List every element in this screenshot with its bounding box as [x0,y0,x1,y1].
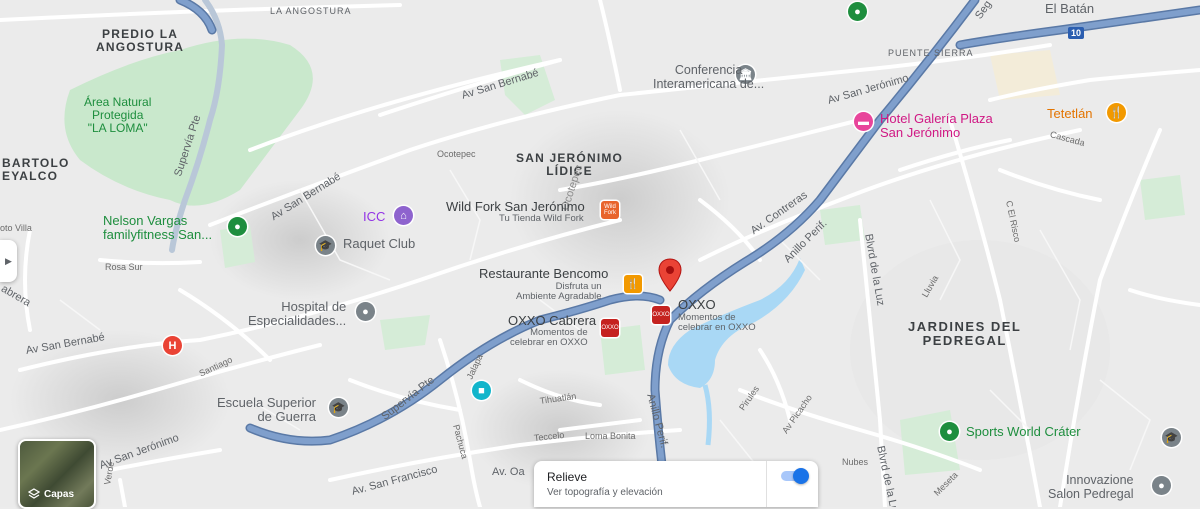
poi-oxxo[interactable]: OXXO [678,297,716,312]
poi-hospital[interactable]: Hospital de Especialidades... [248,299,346,329]
oxxo-logo-icon[interactable]: OXXO [652,306,670,324]
street-coto-villa: oto Villa [0,223,32,233]
poi-wild-fork-sub: Tu Tienda Wild Fork [499,213,584,224]
poi-nelson-vargas[interactable]: Nelson Vargas familyfitness San... [103,213,212,243]
relieve-title: Relieve [547,470,588,484]
street-nubes: Nubes [842,457,869,467]
salon-icon[interactable]: ● [1152,476,1171,495]
school-icon[interactable]: 🎓 [1162,428,1181,447]
oxxo-logo-icon[interactable]: OXXO [601,319,619,337]
hospital-icon[interactable]: H [163,336,182,355]
highway-shield: 10 [1068,27,1085,39]
building-icon[interactable]: ⌂ [394,206,413,225]
layers-label: Capas [44,488,75,500]
poi-conferencia-interamericana[interactable]: Conferencia Interamericana de... [653,63,764,92]
street-loma-bonita: Loma Bonita [585,431,636,441]
toggle-knob [793,468,809,484]
poi-restaurante-bencomo[interactable]: Restaurante Bencomo [479,266,608,281]
area-label-el-batan: El Batán [1045,1,1095,16]
poi-hotel-galeria-plaza[interactable]: Hotel Galería Plaza San Jerónimo [880,111,993,141]
poi-sports-world[interactable]: Sports World Cráter [966,424,1081,439]
map-canvas[interactable]: PREDIO LA ANGOSTURA LA ANGOSTURA BARTOLO… [0,0,1200,507]
school-icon[interactable]: 🎓 [316,236,335,255]
area-label-jardines-del-pedregal: JARDINES DEL PEDREGAL [908,319,1022,349]
sidebar-expand-button[interactable]: ▶ [0,240,17,282]
poi-restaurante-bencomo-sub: Disfruta un Ambiente Agradable [516,281,602,303]
relieve-toggle[interactable] [781,468,809,484]
area-label-predio-la-angostura: PREDIO LA ANGOSTURA [96,27,185,55]
area-label-bartolo-ameyalco: BARTOLO EYALCO [2,156,70,184]
poi-oxxo-cabrera-sub: Momentos de celebrar en OXXO [510,327,588,349]
restaurant-icon[interactable]: 🍴 [1107,103,1126,122]
wild-fork-logo-icon[interactable]: Wild Fork [601,201,619,219]
poi-innovazione[interactable]: Innovazione Salon Pedregal [1048,473,1133,502]
hospital-gray-icon[interactable]: ● [356,302,375,321]
poi-icc[interactable]: ICC [363,209,385,224]
chevron-right-icon: ▶ [5,255,12,266]
location-pin-icon[interactable] [657,258,683,292]
area-label-puente-sierra: PUENTE SIERRA [888,48,974,58]
poi-escuela-superior[interactable]: Escuela Superior de Guerra [217,395,316,425]
poi-raquet-club[interactable]: Raquet Club [343,236,415,251]
street-rosa-sur: Rosa Sur [105,262,143,272]
street-ocotepec: Ocotepec [437,149,476,159]
park-marker-icon[interactable]: ● [848,2,867,21]
school-icon[interactable]: 🎓 [329,398,348,417]
layers-icon [28,488,40,499]
poi-oxxo-sub: Momentos de celebrar en OXXO [678,312,756,334]
area-label-la-angostura: LA ANGOSTURA [270,6,352,16]
hotel-icon[interactable]: ▬ [854,112,873,131]
shopping-icon[interactable]: ■ [472,381,491,400]
poi-tetetlan[interactable]: Tetetlán [1047,106,1093,121]
restaurant-icon[interactable]: 🍴 [624,275,642,293]
area-label-la-loma: Área Natural Protegida "LA LOMA" [84,95,152,136]
relieve-card: Relieve Ver topografía y elevación [534,461,818,507]
layers-button[interactable]: Capas [18,439,96,509]
divider [766,461,767,507]
relieve-subtitle: Ver topografía y elevación [547,487,663,498]
gym-icon[interactable]: ● [228,217,247,236]
gym-icon[interactable]: ● [940,422,959,441]
street-av-o: Av. Oa [492,466,525,478]
